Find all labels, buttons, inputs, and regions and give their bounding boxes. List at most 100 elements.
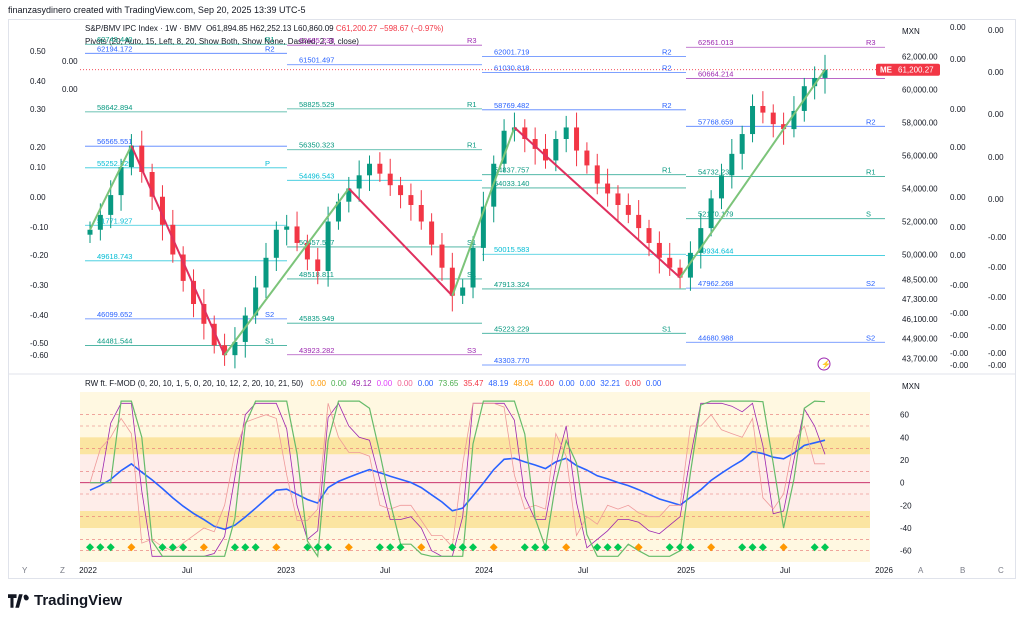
candle-body-23 bbox=[325, 221, 331, 271]
time-tick-2: 2023 bbox=[277, 566, 295, 575]
pivot-value-28: 46099.652 bbox=[97, 310, 132, 319]
currency-label: MXN bbox=[902, 27, 920, 36]
pivot-label-0: R1 bbox=[265, 35, 275, 44]
pivot-value-9: 58825.529 bbox=[299, 100, 334, 109]
right-scale-b-4: 0.00 bbox=[988, 195, 1004, 204]
price-tag-value: 61,200.27 bbox=[898, 66, 934, 75]
right-scale-a-5: 0.00 bbox=[950, 223, 966, 232]
tradingview-logo-icon bbox=[8, 593, 29, 608]
osc-tick-2: 20 bbox=[900, 456, 909, 465]
left-scale-extra-1: 0.00 bbox=[62, 85, 78, 94]
pivot-value-12: 56565.551 bbox=[97, 137, 132, 146]
pivot-value-0: 62743.440 bbox=[97, 35, 132, 44]
osc-tick-3: 0 bbox=[900, 479, 905, 488]
osc-tick-5: -40 bbox=[900, 524, 912, 533]
pivot-label-13: R1 bbox=[467, 141, 477, 150]
corner-button-b[interactable]: B bbox=[960, 566, 965, 575]
pivot-value-16: 55252.329 bbox=[97, 159, 132, 168]
right-scale-b-9: -0.00 bbox=[988, 349, 1007, 358]
right-scale-a-9: -0.00 bbox=[950, 331, 969, 340]
right-scale-b-0: 0.00 bbox=[988, 26, 1004, 35]
pivot-label-30: S1 bbox=[662, 324, 671, 333]
time-tick-0: 2022 bbox=[79, 566, 97, 575]
candle-body-60 bbox=[708, 198, 714, 229]
left-scale-tick-11: -0.60 bbox=[30, 351, 49, 360]
brand-name: TradingView bbox=[34, 592, 123, 609]
left-scale-tick-4: 0.10 bbox=[30, 163, 46, 172]
pivot-value-5: 61501.497 bbox=[299, 56, 334, 65]
pivot-value-22: 50015.583 bbox=[494, 245, 529, 254]
pivot-value-19: 52170.179 bbox=[698, 210, 733, 219]
candle-body-52 bbox=[625, 205, 631, 215]
zigzag-line-5 bbox=[513, 126, 681, 279]
pivot-value-34: 43303.770 bbox=[494, 356, 529, 365]
time-tick-3: Jul bbox=[380, 566, 390, 575]
pivot-label-32: S1 bbox=[265, 337, 274, 346]
time-tick-1: Jul bbox=[182, 566, 192, 575]
pivot-label-6: R2 bbox=[662, 63, 672, 72]
candle-body-20 bbox=[294, 226, 300, 243]
candle-body-28 bbox=[377, 163, 383, 174]
pivot-label-10: R2 bbox=[662, 101, 672, 110]
left-scale-tick-5: 0.00 bbox=[30, 193, 46, 202]
pivot-value-30: 45223.229 bbox=[494, 324, 529, 333]
candle-body-2 bbox=[108, 195, 114, 215]
pivot-value-32: 44481.544 bbox=[97, 337, 132, 346]
pivot-value-24: 49618.743 bbox=[97, 252, 132, 261]
right-scale-a-6: 0.00 bbox=[950, 251, 966, 260]
pivot-value-2: 62001.719 bbox=[494, 47, 529, 56]
pivot-value-31: 44680.988 bbox=[698, 333, 733, 342]
candle-body-45 bbox=[553, 139, 559, 161]
candle-body-65 bbox=[760, 106, 766, 113]
osc-lower-band bbox=[80, 511, 870, 528]
zigzag-line-1 bbox=[130, 145, 226, 356]
zigzag-line-4 bbox=[451, 127, 516, 297]
flash-icon-glyph: ⚡ bbox=[821, 359, 831, 369]
right-scale-a-4: 0.00 bbox=[950, 193, 966, 202]
right-scale-b-2: 0.00 bbox=[988, 110, 1004, 119]
price-tick-11: 43,700.00 bbox=[902, 354, 938, 363]
left-scale-tick-9: -0.40 bbox=[30, 311, 49, 320]
osc-tick-4: -20 bbox=[900, 501, 912, 510]
corner-button-c[interactable]: C bbox=[998, 566, 1004, 575]
left-scale-tick-8: -0.30 bbox=[30, 281, 49, 290]
candle-body-54 bbox=[646, 228, 652, 243]
candle-body-37 bbox=[470, 247, 476, 288]
candle-body-48 bbox=[584, 150, 590, 166]
pivot-value-15: 54732.235 bbox=[698, 167, 733, 176]
candle-body-17 bbox=[263, 257, 269, 288]
time-tick-8: 2026 bbox=[875, 566, 893, 575]
right-scale-b-7: -0.00 bbox=[988, 293, 1007, 302]
pivot-value-18: 54033.140 bbox=[494, 179, 529, 188]
pivot-value-25: 48518.811 bbox=[299, 270, 334, 279]
corner-button-z[interactable]: Z bbox=[60, 566, 65, 575]
price-tick-7: 48,500.00 bbox=[902, 275, 938, 284]
pivot-value-13: 56350.323 bbox=[299, 141, 334, 150]
candle-body-36 bbox=[460, 287, 466, 296]
right-scale-b-1: 0.00 bbox=[988, 68, 1004, 77]
candle-body-55 bbox=[656, 242, 662, 258]
right-scale-a-2: 0.00 bbox=[950, 105, 966, 114]
right-scale-a-3: 0.00 bbox=[950, 143, 966, 152]
left-scale-tick-7: -0.20 bbox=[30, 251, 49, 260]
pivot-label-27: S2 bbox=[866, 279, 875, 288]
candle-body-32 bbox=[418, 205, 424, 222]
candle-body-27 bbox=[367, 163, 373, 176]
candle-body-1 bbox=[97, 214, 103, 230]
osc-tick-6: -60 bbox=[900, 547, 912, 556]
pivot-label-11: R2 bbox=[866, 117, 876, 126]
pivot-label-19: S bbox=[866, 210, 871, 219]
candle-body-66 bbox=[770, 112, 776, 125]
corner-button-log[interactable]: A bbox=[918, 566, 924, 575]
corner-button-y[interactable]: Y bbox=[22, 566, 28, 575]
right-scale-a-11: -0.00 bbox=[950, 361, 969, 370]
price-tick-8: 47,300.00 bbox=[902, 295, 938, 304]
price-tick-5: 52,000.00 bbox=[902, 218, 938, 227]
pivot-label-1: R3 bbox=[467, 36, 477, 45]
left-scale-tick-1: 0.40 bbox=[30, 77, 46, 86]
candle-body-31 bbox=[408, 195, 414, 205]
pivot-value-27: 47962.268 bbox=[698, 279, 733, 288]
pivot-label-31: S2 bbox=[866, 333, 875, 342]
price-chart[interactable]: R1 62743.440 R3 62685.238 R2 62001.719 R3 62561… bbox=[0, 0, 1024, 590]
time-tick-4: 2024 bbox=[475, 566, 493, 575]
